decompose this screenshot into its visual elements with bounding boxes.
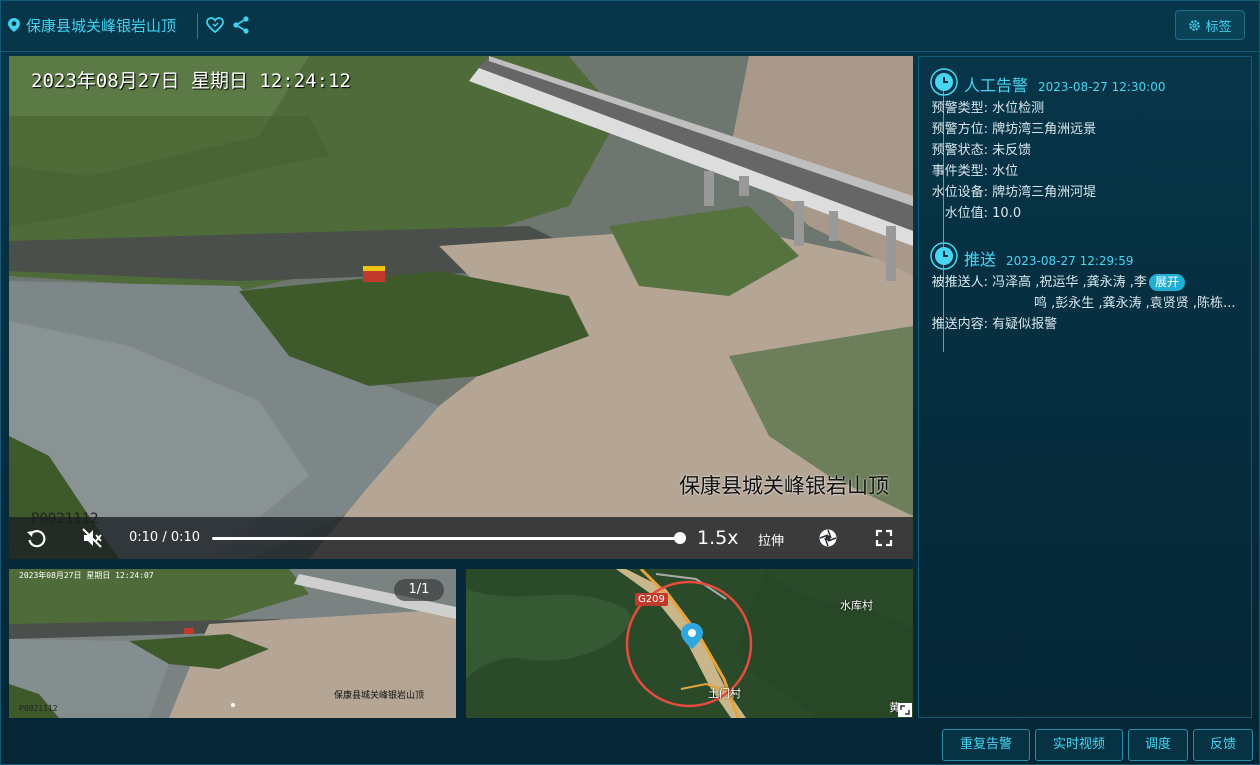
video-location-overlay: 保康县城关峰银岩山顶	[679, 474, 889, 498]
recipients-row: 被推送人: 冯泽高 ,祝运华 ,龚永涛 ,李 展开	[919, 271, 1185, 291]
recipients-line2: 鸣 ,彭永生 ,龚永涛 ,袁贤贤 ,陈栋...	[1034, 296, 1236, 311]
satellite-map-image	[466, 569, 913, 718]
expand-button[interactable]: 展开	[1148, 274, 1185, 291]
field-value: 牌坊湾三角洲远景	[992, 122, 1097, 137]
field-value: 未反馈	[992, 143, 1032, 158]
progress-track[interactable]	[212, 537, 680, 540]
clock-icon	[930, 242, 958, 270]
time-separator: /	[162, 530, 167, 545]
location-pin-icon	[8, 18, 20, 32]
header-divider	[197, 13, 198, 39]
event-timeline-panel: 人工告警 2023-08-27 12:30:00 预警类型: 水位检测 预警方位:…	[918, 56, 1252, 718]
event-alarm-time: 2023-08-27 12:30:00	[1038, 80, 1166, 94]
duration: 0:10	[170, 530, 201, 545]
alert-detail-window: 保康县城关峰银岩山顶 标签 2023年08月27日 星期日 12:24:12 保…	[0, 0, 1260, 765]
fullscreen-icon[interactable]	[873, 527, 895, 549]
field-row: 水位设备: 牌坊湾三角洲河堤	[919, 181, 1097, 200]
field-key: 预警类型:	[931, 101, 988, 116]
stretch-button[interactable]: 拉伸	[758, 530, 784, 549]
map-expand-icon[interactable]	[898, 703, 912, 717]
field-value: 牌坊湾三角洲河堤	[992, 185, 1097, 200]
event-alarm-header: 人工告警 2023-08-27 12:30:00	[964, 72, 1165, 96]
map-label-reservoir-village: 水库村	[840, 599, 873, 612]
mute-icon[interactable]	[81, 527, 103, 549]
event-push-title: 推送	[964, 250, 997, 269]
thumbnail-timestamp: 2023年08月27日 星期日 12:24:07	[19, 570, 154, 580]
map-road-label: G209	[635, 593, 668, 606]
push-content-row: 推送内容: 有疑似报警	[919, 313, 1058, 332]
video-controls: 0:10 / 0:10 1.5x 拉伸	[9, 517, 913, 559]
recipients-key: 被推送人:	[931, 275, 988, 290]
field-row: 预警方位: 牌坊湾三角洲远景	[919, 118, 1097, 137]
current-time: 0:10	[129, 530, 159, 545]
thumbnail-location-overlay: 保康县城关峰银岩山顶	[334, 689, 424, 701]
screenshot-aperture-icon[interactable]	[817, 527, 839, 549]
map-label-tumen-village: 土门村	[708, 687, 741, 700]
video-time-display: 0:10 / 0:10	[129, 530, 200, 545]
share-icon[interactable]	[231, 15, 251, 35]
replay-icon[interactable]	[25, 527, 47, 549]
snapshot-thumbnail[interactable]: 2023年08月27日 星期日 12:24:07 保康县城关峰银岩山顶 P092…	[9, 569, 456, 718]
field-row: 水位值: 10.0	[919, 202, 1021, 221]
field-row: 预警类型: 水位检测	[919, 97, 1045, 116]
gear-icon	[1189, 19, 1201, 31]
event-push-time: 2023-08-27 12:29:59	[1006, 254, 1134, 268]
field-key: 水位值:	[944, 206, 988, 221]
dispatch-button[interactable]: 调度	[1128, 729, 1188, 761]
field-key: 预警方位:	[931, 122, 988, 137]
push-content-key: 推送内容:	[931, 317, 988, 332]
field-key: 事件类型:	[931, 164, 988, 179]
header-bar: 保康县城关峰银岩山顶 标签	[1, 1, 1259, 52]
field-key: 预警状态:	[931, 143, 988, 158]
clock-icon	[930, 68, 958, 96]
video-timestamp: 2023年08月27日 星期日 12:24:12	[31, 70, 351, 92]
recipients-line1: 冯泽高 ,祝运华 ,龚永涛 ,李	[992, 275, 1147, 290]
push-content-value: 有疑似报警	[992, 317, 1058, 332]
feedback-button[interactable]: 反馈	[1193, 729, 1253, 761]
live-video-button[interactable]: 实时视频	[1035, 729, 1123, 761]
camera-title: 保康县城关峰银岩山顶	[26, 17, 177, 35]
progress-knob[interactable]	[674, 532, 686, 544]
field-value: 水位	[992, 164, 1019, 179]
thumbnail-pager: 1/1	[394, 579, 444, 601]
main-video-player[interactable]: 2023年08月27日 星期日 12:24:12 保康县城关峰银岩山顶 P092…	[9, 56, 913, 559]
field-row: 预警状态: 未反馈	[919, 139, 1032, 158]
thumbnail-camera-id: P0921112	[19, 704, 58, 713]
location-map[interactable]: G209 水库村 土门村 黄	[466, 569, 913, 718]
event-alarm-title: 人工告警	[964, 76, 1029, 95]
playback-speed-button[interactable]: 1.5x	[697, 527, 738, 549]
tag-button[interactable]: 标签	[1175, 10, 1245, 40]
field-value: 水位检测	[992, 101, 1045, 116]
field-value: 10.0	[992, 206, 1022, 221]
field-row: 事件类型: 水位	[919, 160, 1019, 179]
thumbnail-image: 2023年08月27日 星期日 12:24:07 保康县城关峰银岩山顶 P092…	[9, 569, 456, 718]
event-push-header: 推送 2023-08-27 12:29:59	[964, 246, 1133, 270]
favorite-heart-icon[interactable]	[205, 15, 225, 35]
field-key: 水位设备:	[931, 185, 988, 200]
tag-button-label: 标签	[1205, 19, 1232, 35]
repeat-alarm-button[interactable]: 重复告警	[942, 729, 1030, 761]
